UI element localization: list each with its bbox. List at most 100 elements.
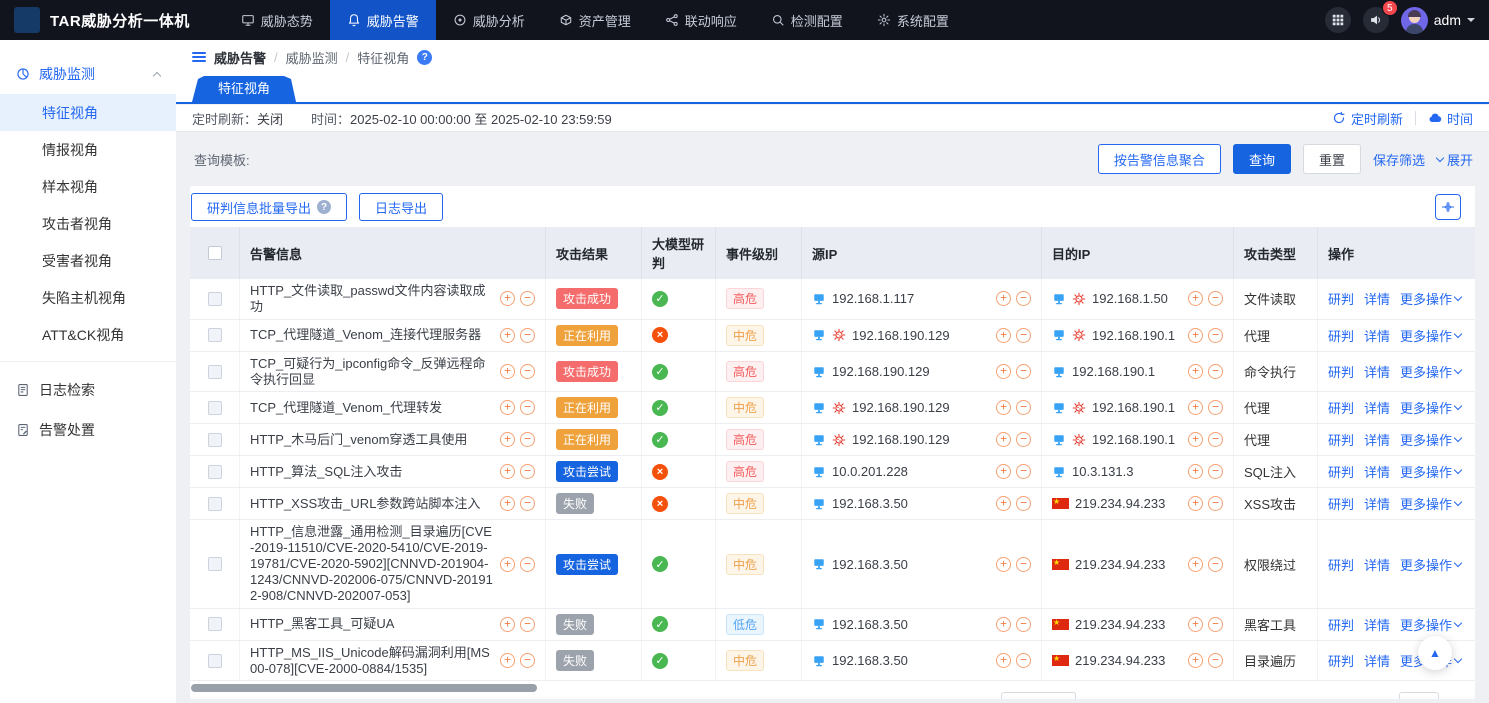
action-judge[interactable]: 研判: [1328, 494, 1354, 513]
action-more[interactable]: 更多操作: [1400, 362, 1461, 381]
action-judge[interactable]: 研判: [1328, 615, 1354, 634]
tab-feature-view[interactable]: 特征视角: [192, 76, 296, 102]
topnav-item[interactable]: 系统配置: [860, 0, 966, 40]
include-filter-icon[interactable]: +: [1188, 328, 1203, 343]
exclude-filter-icon[interactable]: −: [520, 557, 535, 572]
breadcrumb-item-3[interactable]: 特征视角: [357, 48, 409, 67]
page-number[interactable]: 54: [1302, 698, 1326, 699]
action-more[interactable]: 更多操作: [1400, 430, 1461, 449]
action-judge[interactable]: 研判: [1328, 289, 1354, 308]
sidebar-item[interactable]: 样本视角: [0, 168, 176, 205]
action-judge[interactable]: 研判: [1328, 362, 1354, 381]
topnav-item[interactable]: 检测配置: [754, 0, 860, 40]
include-filter-icon[interactable]: +: [500, 617, 515, 632]
include-filter-icon[interactable]: +: [500, 400, 515, 415]
exclude-filter-icon[interactable]: −: [1016, 617, 1031, 632]
reset-button[interactable]: 重置: [1303, 144, 1361, 174]
exclude-filter-icon[interactable]: −: [1016, 557, 1031, 572]
sidebar-item[interactable]: ATT&CK视角: [0, 316, 176, 353]
sidebar-item[interactable]: 告警处置: [0, 410, 176, 450]
row-checkbox[interactable]: [208, 401, 222, 415]
action-more[interactable]: 更多操作: [1400, 494, 1461, 513]
include-filter-icon[interactable]: +: [500, 557, 515, 572]
exclude-filter-icon[interactable]: −: [1016, 496, 1031, 511]
exclude-filter-icon[interactable]: −: [1016, 432, 1031, 447]
row-checkbox[interactable]: [208, 328, 222, 342]
include-filter-icon[interactable]: +: [996, 496, 1011, 511]
action-more[interactable]: 更多操作: [1400, 289, 1461, 308]
sidebar-item[interactable]: 受害者视角: [0, 242, 176, 279]
include-filter-icon[interactable]: +: [500, 496, 515, 511]
action-detail[interactable]: 详情: [1364, 289, 1390, 308]
query-button[interactable]: 查询: [1233, 144, 1291, 174]
action-judge[interactable]: 研判: [1328, 462, 1354, 481]
exclude-filter-icon[interactable]: −: [520, 496, 535, 511]
action-more[interactable]: 更多操作: [1400, 326, 1461, 345]
include-filter-icon[interactable]: +: [1188, 364, 1203, 379]
exclude-filter-icon[interactable]: −: [1016, 291, 1031, 306]
page-number[interactable]: 6: [1250, 698, 1274, 699]
action-detail[interactable]: 详情: [1364, 430, 1390, 449]
select-all-checkbox[interactable]: [208, 246, 222, 260]
include-filter-icon[interactable]: +: [1188, 653, 1203, 668]
user-menu[interactable]: adm: [1401, 7, 1475, 34]
row-checkbox[interactable]: [208, 292, 222, 306]
export-judgement-button[interactable]: 研判信息批量导出 ?: [191, 193, 347, 221]
save-filter-link[interactable]: 保存筛选: [1373, 150, 1425, 169]
include-filter-icon[interactable]: +: [996, 617, 1011, 632]
exclude-filter-icon[interactable]: −: [520, 653, 535, 668]
exclude-filter-icon[interactable]: −: [520, 464, 535, 479]
exclude-filter-icon[interactable]: −: [1208, 400, 1223, 415]
page-size-select[interactable]: 10条/页: [1001, 692, 1076, 699]
exclude-filter-icon[interactable]: −: [1208, 496, 1223, 511]
page-number[interactable]: 4: [1194, 698, 1218, 699]
scrollbar-thumb[interactable]: [191, 684, 537, 692]
exclude-filter-icon[interactable]: −: [1208, 364, 1223, 379]
exclude-filter-icon[interactable]: −: [520, 291, 535, 306]
sidebar-item[interactable]: 日志检索: [0, 370, 176, 410]
action-judge[interactable]: 研判: [1328, 651, 1354, 670]
include-filter-icon[interactable]: +: [1188, 557, 1203, 572]
action-detail[interactable]: 详情: [1364, 615, 1390, 634]
exclude-filter-icon[interactable]: −: [1208, 432, 1223, 447]
include-filter-icon[interactable]: +: [500, 291, 515, 306]
row-checkbox[interactable]: [208, 365, 222, 379]
exclude-filter-icon[interactable]: −: [520, 432, 535, 447]
row-checkbox[interactable]: [208, 433, 222, 447]
action-detail[interactable]: 详情: [1364, 651, 1390, 670]
page-number[interactable]: 2: [1138, 698, 1162, 699]
topnav-item[interactable]: 联动响应: [648, 0, 754, 40]
include-filter-icon[interactable]: +: [500, 432, 515, 447]
back-to-top-button[interactable]: ▲: [1418, 636, 1452, 670]
action-judge[interactable]: 研判: [1328, 430, 1354, 449]
exclude-filter-icon[interactable]: −: [1016, 400, 1031, 415]
time-button[interactable]: 时间: [1428, 109, 1473, 128]
sidebar-group-threat-monitor[interactable]: 威胁监测: [0, 54, 176, 94]
include-filter-icon[interactable]: +: [1188, 464, 1203, 479]
row-checkbox[interactable]: [208, 617, 222, 631]
exclude-filter-icon[interactable]: −: [1208, 617, 1223, 632]
include-filter-icon[interactable]: +: [996, 291, 1011, 306]
row-checkbox[interactable]: [208, 654, 222, 668]
include-filter-icon[interactable]: +: [996, 364, 1011, 379]
include-filter-icon[interactable]: +: [1188, 496, 1203, 511]
action-judge[interactable]: 研判: [1328, 326, 1354, 345]
action-detail[interactable]: 详情: [1364, 494, 1390, 513]
expand-link[interactable]: 展开: [1437, 150, 1473, 169]
include-filter-icon[interactable]: +: [500, 464, 515, 479]
exclude-filter-icon[interactable]: −: [520, 364, 535, 379]
topnav-item[interactable]: 威胁分析: [436, 0, 542, 40]
include-filter-icon[interactable]: +: [996, 653, 1011, 668]
action-detail[interactable]: 详情: [1364, 398, 1390, 417]
include-filter-icon[interactable]: +: [996, 464, 1011, 479]
include-filter-icon[interactable]: +: [996, 400, 1011, 415]
page-number[interactable]: 5: [1222, 698, 1246, 699]
include-filter-icon[interactable]: +: [500, 364, 515, 379]
breadcrumb-item-2[interactable]: 威胁监测: [286, 48, 338, 67]
page-ellipsis[interactable]: …: [1278, 698, 1298, 699]
action-more[interactable]: 更多操作: [1400, 398, 1461, 417]
exclude-filter-icon[interactable]: −: [1208, 557, 1223, 572]
aggregate-button[interactable]: 按告警信息聚合: [1098, 144, 1221, 174]
exclude-filter-icon[interactable]: −: [1016, 653, 1031, 668]
row-checkbox[interactable]: [208, 557, 222, 571]
